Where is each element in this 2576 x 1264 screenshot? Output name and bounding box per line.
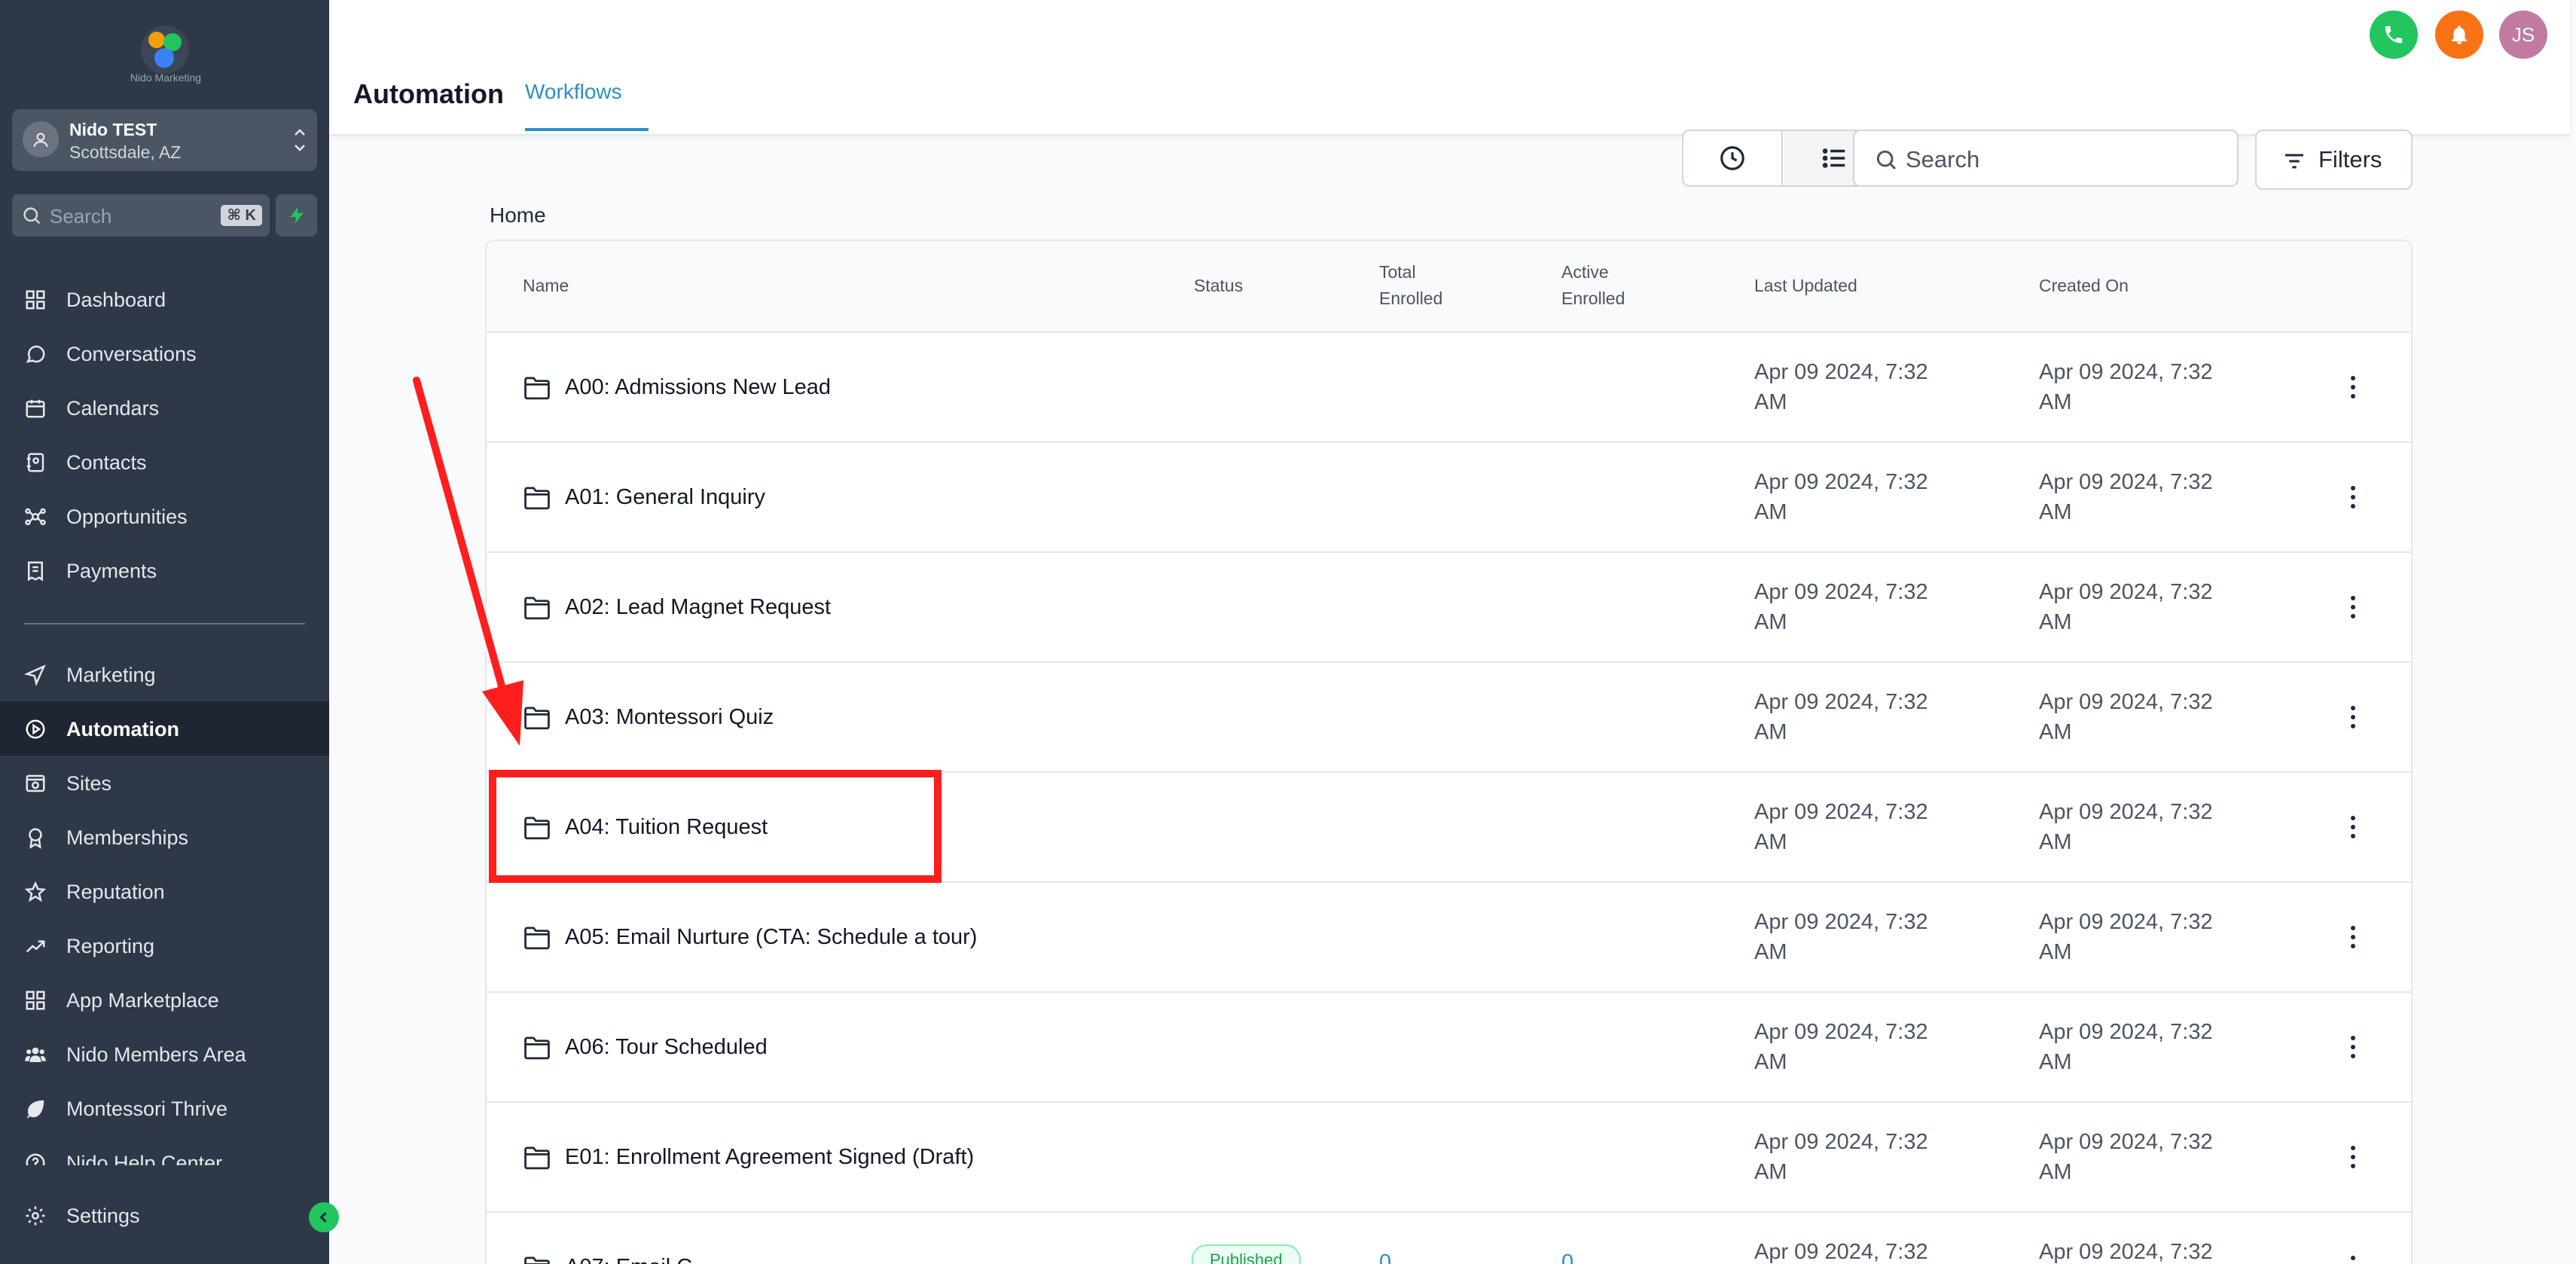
- annotation-arrow: [413, 377, 523, 746]
